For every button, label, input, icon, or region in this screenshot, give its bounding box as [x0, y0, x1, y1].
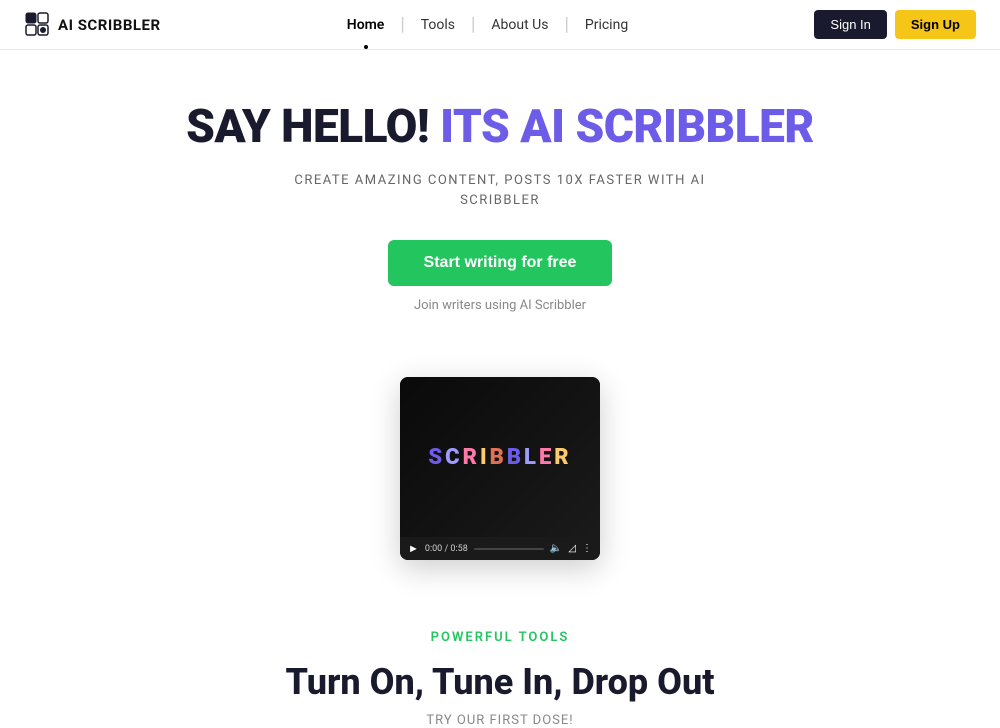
logo-text: AI SCRIBBLER: [58, 16, 161, 34]
nav-about[interactable]: About Us: [475, 17, 564, 33]
nav-links: Home | Tools | About Us | Pricing: [331, 14, 644, 35]
section-title: Turn On, Tune In, Drop Out: [20, 661, 980, 703]
navbar: AI SCRIBBLER Home | Tools | About Us | P…: [0, 0, 1000, 50]
video-section: SCRIBBLER ► 0:00 / 0:58 🔈 ◿ ⋮: [0, 377, 1000, 560]
nav-actions: Sign In Sign Up: [814, 10, 976, 39]
hero-title-purple: ITS AI SCRIBBLER: [429, 100, 814, 154]
nav-tools[interactable]: Tools: [405, 17, 471, 33]
progress-bar[interactable]: [474, 548, 544, 550]
section-label: POWERFUL TOOLS: [20, 630, 980, 645]
hero-join-text: Join writers using AI Scribbler: [20, 298, 980, 313]
section-subtitle: TRY OUR FIRST DOSE!: [20, 713, 980, 728]
video-player[interactable]: SCRIBBLER ► 0:00 / 0:58 🔈 ◿ ⋮: [400, 377, 600, 560]
nav-home[interactable]: Home: [331, 17, 401, 33]
signin-button[interactable]: Sign In: [814, 10, 886, 39]
play-button[interactable]: ►: [408, 542, 419, 555]
nav-pricing[interactable]: Pricing: [569, 17, 644, 33]
video-time: 0:00 / 0:58: [425, 544, 468, 554]
hero-section: SAY HELLO! ITS AI SCRIBBLER CREATE AMAZI…: [0, 50, 1000, 367]
volume-button[interactable]: 🔈: [550, 543, 562, 554]
hero-subtitle: CREATE AMAZING CONTENT, POSTS 10X FASTER…: [20, 171, 980, 213]
signup-button[interactable]: Sign Up: [895, 10, 976, 39]
more-button[interactable]: ⋮: [582, 543, 592, 554]
logo-icon: [24, 11, 52, 39]
hero-title: SAY HELLO! ITS AI SCRIBBLER: [20, 102, 980, 153]
bottom-section: POWERFUL TOOLS Turn On, Tune In, Drop Ou…: [0, 600, 1000, 728]
video-screen: SCRIBBLER: [400, 377, 600, 537]
video-brand-logo: SCRIBBLER: [428, 445, 571, 470]
cta-button[interactable]: Start writing for free: [388, 240, 613, 286]
fullscreen-button[interactable]: ◿: [568, 543, 576, 554]
hero-title-black: SAY HELLO!: [186, 100, 429, 154]
logo[interactable]: AI SCRIBBLER: [24, 11, 161, 39]
video-controls: ► 0:00 / 0:58 🔈 ◿ ⋮: [400, 537, 600, 560]
